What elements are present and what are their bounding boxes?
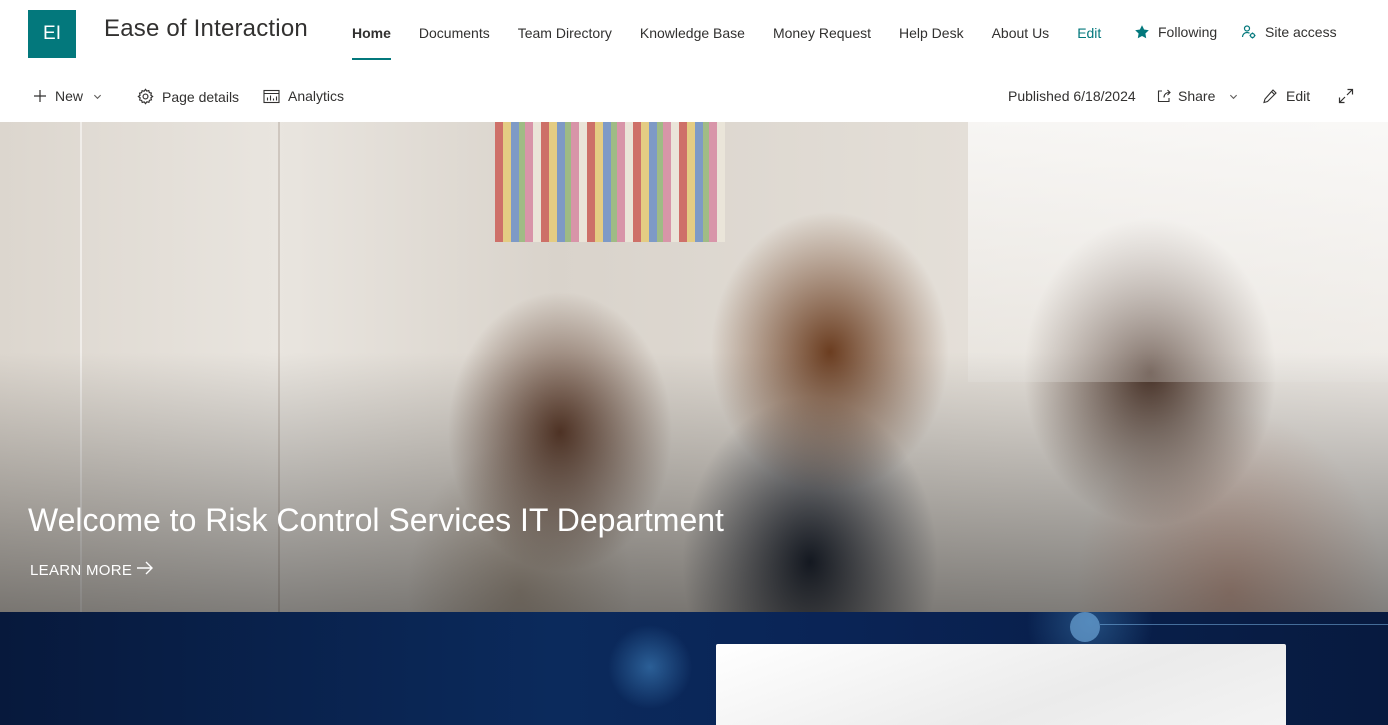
new-button[interactable]: New — [33, 88, 102, 104]
content-section-banner — [0, 612, 1388, 725]
site-access-label: Site access — [1265, 24, 1337, 40]
expand-icon — [1338, 88, 1354, 107]
analytics-button[interactable]: Analytics — [263, 88, 344, 104]
following-button[interactable]: Following — [1134, 24, 1217, 40]
page-details-button[interactable]: Page details — [137, 88, 239, 105]
published-status: Published 6/18/2024 — [1008, 88, 1136, 104]
site-header: EI Ease of Interaction Home Documents Te… — [0, 0, 1388, 70]
site-title[interactable]: Ease of Interaction — [104, 15, 308, 43]
nav-item-home[interactable]: Home — [352, 25, 391, 60]
site-logo-initials: EI — [43, 23, 61, 44]
chevron-down-icon — [93, 88, 102, 104]
share-label: Share — [1178, 88, 1216, 104]
plus-icon — [33, 89, 47, 103]
hero-gradient-overlay — [0, 352, 1388, 612]
arrow-right-icon — [132, 560, 154, 580]
site-navigation: Home Documents Team Directory Knowledge … — [352, 25, 1129, 60]
nav-item-about-us[interactable]: About Us — [992, 25, 1050, 51]
pencil-icon — [1262, 88, 1278, 104]
edit-page-button[interactable]: Edit — [1262, 88, 1310, 104]
decorative-network-node — [1070, 612, 1100, 642]
people-settings-icon — [1241, 24, 1257, 40]
analytics-icon — [263, 89, 280, 104]
hero-photo-bookshelf — [495, 122, 725, 242]
star-filled-icon — [1134, 24, 1150, 40]
analytics-label: Analytics — [288, 88, 345, 104]
content-card[interactable] — [716, 644, 1286, 725]
share-icon — [1156, 88, 1172, 104]
share-button[interactable]: Share — [1156, 88, 1238, 104]
hero-banner: Welcome to Risk Control Services IT Depa… — [0, 122, 1388, 612]
site-logo[interactable]: EI — [28, 10, 76, 58]
nav-item-help-desk[interactable]: Help Desk — [899, 25, 964, 51]
command-bar: New Page details Analytics Published 6/1… — [0, 76, 1388, 120]
expand-button[interactable] — [1338, 88, 1354, 107]
learn-more-label: LEARN MORE — [30, 561, 133, 579]
learn-more-link[interactable]: LEARN MORE — [30, 560, 154, 580]
nav-edit-link[interactable]: Edit — [1077, 25, 1101, 51]
site-access-button[interactable]: Site access — [1241, 24, 1337, 40]
nav-item-team-directory[interactable]: Team Directory — [518, 25, 612, 51]
published-label: Published 6/18/2024 — [1008, 88, 1136, 104]
gear-icon — [137, 88, 154, 105]
page-details-label: Page details — [162, 88, 240, 105]
nav-item-money-request[interactable]: Money Request — [773, 25, 871, 51]
following-label: Following — [1158, 24, 1218, 40]
edit-page-label: Edit — [1286, 88, 1311, 104]
hero-photo-window — [968, 122, 1388, 382]
chevron-down-icon — [1229, 88, 1238, 104]
nav-item-knowledge-base[interactable]: Knowledge Base — [640, 25, 745, 51]
hero-title: Welcome to Risk Control Services IT Depa… — [28, 502, 724, 538]
new-label: New — [55, 88, 84, 104]
decorative-network-line — [1100, 624, 1388, 625]
nav-item-documents[interactable]: Documents — [419, 25, 490, 51]
